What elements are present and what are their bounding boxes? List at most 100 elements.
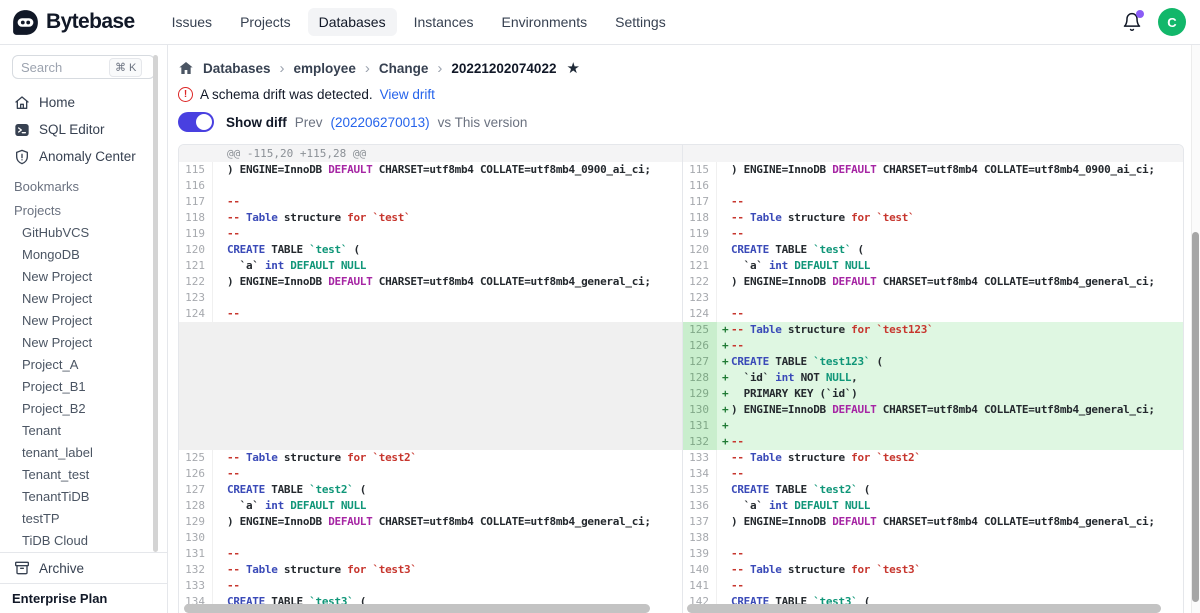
diff-pane-right: 115) ENGINE=InnoDB DEFAULT CHARSET=utf8m… xyxy=(682,145,1184,613)
sidebar-item-home[interactable]: Home xyxy=(0,89,167,116)
diff-row: 132-- Table structure for `test3` xyxy=(179,562,682,578)
sidebar-project-item[interactable]: New Project xyxy=(0,266,167,288)
diff-row xyxy=(179,402,682,418)
sidebar-project-item[interactable]: New Project xyxy=(0,332,167,354)
diff-row: 124-- xyxy=(683,306,1184,322)
nav-item-databases[interactable]: Databases xyxy=(308,8,397,36)
sidebar-item-label: SQL Editor xyxy=(39,122,105,137)
diff-row: 119-- xyxy=(179,226,682,242)
sidebar-item-label: Home xyxy=(39,95,75,110)
breadcrumb-item[interactable]: Change xyxy=(379,61,429,76)
sidebar-scrollbar[interactable] xyxy=(153,55,158,552)
page-scrollbar-thumb[interactable] xyxy=(1192,232,1199,602)
diff-row xyxy=(179,434,682,450)
sidebar-item-archive[interactable]: Archive xyxy=(0,553,167,583)
diff-row: 126+-- xyxy=(683,338,1184,354)
bytebase-logo-icon xyxy=(12,9,39,36)
notifications-button[interactable] xyxy=(1122,12,1142,32)
diff-row xyxy=(179,322,682,338)
diff-row: 118-- Table structure for `test` xyxy=(179,210,682,226)
sidebar-item-label: Anomaly Center xyxy=(39,149,136,164)
nav-item-projects[interactable]: Projects xyxy=(229,8,302,36)
diff-row xyxy=(179,418,682,434)
project-list: GitHubVCSMongoDBNew ProjectNew ProjectNe… xyxy=(0,222,167,552)
diff-row: 130 xyxy=(179,530,682,546)
diff-row: 141-- xyxy=(683,578,1184,594)
diff-right-horizontal-scrollbar[interactable] xyxy=(687,604,1161,613)
diff-row: 123 xyxy=(179,290,682,306)
diff-pane-left: @@ -115,20 +115,28 @@115) ENGINE=InnoDB … xyxy=(179,145,682,613)
avatar[interactable]: C xyxy=(1158,8,1186,36)
show-diff-toggle[interactable] xyxy=(178,112,214,132)
nav-item-environments[interactable]: Environments xyxy=(491,8,599,36)
diff-row: 115) ENGINE=InnoDB DEFAULT CHARSET=utf8m… xyxy=(179,162,682,178)
diff-row: 136 `a` int DEFAULT NULL xyxy=(683,498,1184,514)
diff-hunk-header xyxy=(683,145,1184,162)
diff-row: 119-- xyxy=(683,226,1184,242)
search-shortcut-badge: ⌘ K xyxy=(109,58,142,77)
sidebar-section-bookmarks[interactable]: Bookmarks xyxy=(0,179,167,194)
page-scrollbar[interactable] xyxy=(1191,45,1200,613)
diff-row: 120CREATE TABLE `test` ( xyxy=(683,242,1184,258)
plan-label: Enterprise Plan xyxy=(0,583,167,613)
sidebar-project-item[interactable]: GitHubVCS xyxy=(0,222,167,244)
breadcrumb-item[interactable]: Databases xyxy=(203,61,271,76)
sidebar-section-projects[interactable]: Projects xyxy=(0,203,167,218)
diff-row: 122) ENGINE=InnoDB DEFAULT CHARSET=utf8m… xyxy=(683,274,1184,290)
nav-item-settings[interactable]: Settings xyxy=(604,8,677,36)
search-box[interactable]: ⌘ K xyxy=(12,55,155,79)
search-input[interactable] xyxy=(21,60,105,75)
sidebar-project-item[interactable]: tenant_label xyxy=(0,442,167,464)
schema-diff-panel: @@ -115,20 +115,28 @@115) ENGINE=InnoDB … xyxy=(178,144,1184,613)
diff-row: 128 `a` int DEFAULT NULL xyxy=(179,498,682,514)
sidebar-item-anomaly-center[interactable]: Anomaly Center xyxy=(0,143,167,170)
diff-row: 125-- Table structure for `test2` xyxy=(179,450,682,466)
sidebar: ⌘ K Home SQL Editor xyxy=(0,45,168,613)
diff-row: 129+ PRIMARY KEY (`id`) xyxy=(683,386,1184,402)
sidebar-item-sql-editor[interactable]: SQL Editor xyxy=(0,116,167,143)
terminal-icon xyxy=(14,122,30,138)
diff-row: 133-- xyxy=(179,578,682,594)
star-icon[interactable]: ★ xyxy=(566,59,579,77)
sidebar-project-item[interactable]: TenantTiDB xyxy=(0,486,167,508)
schema-drift-alert: ! A schema drift was detected. View drif… xyxy=(178,86,1200,103)
nav-item-instances[interactable]: Instances xyxy=(403,8,485,36)
breadcrumb-item: 20221202074022 xyxy=(451,61,556,76)
alert-text: A schema drift was detected. xyxy=(200,87,373,102)
sidebar-project-item[interactable]: New Project xyxy=(0,288,167,310)
home-breadcrumb-icon[interactable] xyxy=(178,60,194,76)
diff-row: 128+ `id` int NOT NULL, xyxy=(683,370,1184,386)
diff-row: 116 xyxy=(179,178,682,194)
breadcrumb-items: Databases›employee›Change›20221202074022 xyxy=(203,60,556,77)
diff-row: 121 `a` int DEFAULT NULL xyxy=(179,258,682,274)
view-drift-link[interactable]: View drift xyxy=(380,87,435,102)
sidebar-project-item[interactable]: Project_B1 xyxy=(0,376,167,398)
sidebar-project-item[interactable]: Tenant_test xyxy=(0,464,167,486)
breadcrumb-item[interactable]: employee xyxy=(294,61,356,76)
diff-row: 117-- xyxy=(683,194,1184,210)
bytebase-logo[interactable]: Bytebase xyxy=(12,9,135,36)
chevron-right-icon: › xyxy=(365,60,370,77)
sidebar-project-item[interactable]: Project_B2 xyxy=(0,398,167,420)
diff-row xyxy=(179,354,682,370)
sidebar-project-item[interactable]: Tenant xyxy=(0,420,167,442)
diff-left-horizontal-scrollbar[interactable] xyxy=(184,604,650,613)
alert-icon: ! xyxy=(178,87,193,102)
diff-row: 129) ENGINE=InnoDB DEFAULT CHARSET=utf8m… xyxy=(179,514,682,530)
archive-label: Archive xyxy=(39,561,84,576)
sidebar-project-item[interactable]: TiDB Cloud xyxy=(0,530,167,552)
diff-row: 133-- Table structure for `test2` xyxy=(683,450,1184,466)
sidebar-project-item[interactable]: testTP xyxy=(0,508,167,530)
sidebar-project-item[interactable]: MongoDB xyxy=(0,244,167,266)
sidebar-project-item[interactable]: New Project xyxy=(0,310,167,332)
diff-row: 115) ENGINE=InnoDB DEFAULT CHARSET=utf8m… xyxy=(683,162,1184,178)
diff-row: 116 xyxy=(683,178,1184,194)
nav-item-issues[interactable]: Issues xyxy=(161,8,223,36)
notification-dot xyxy=(1136,10,1144,18)
sidebar-project-item[interactable]: Project_A xyxy=(0,354,167,376)
prev-version-link[interactable]: (202206270013) xyxy=(331,115,430,130)
diff-row xyxy=(179,370,682,386)
diff-row: 135CREATE TABLE `test2` ( xyxy=(683,482,1184,498)
diff-row xyxy=(179,386,682,402)
home-icon xyxy=(14,95,30,111)
